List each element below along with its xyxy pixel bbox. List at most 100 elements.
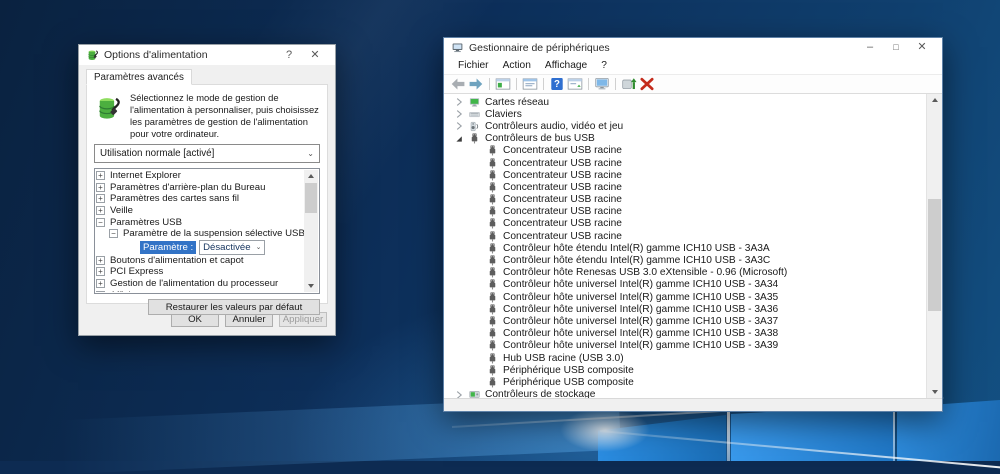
menu-item[interactable]: Action (496, 60, 538, 71)
expand-box-icon[interactable] (96, 267, 105, 276)
settings-tree-item[interactable]: Paramètre de la suspension sélective USB (96, 228, 304, 240)
menu-item[interactable]: Fichier (451, 60, 496, 71)
device-tree-item[interactable]: Contrôleur hôte étendu Intel(R) gamme IC… (444, 254, 927, 266)
device-tree-item[interactable]: Contrôleurs audio, vidéo et jeu (444, 120, 927, 132)
settings-label: Paramètre de la suspension sélective USB (123, 228, 304, 239)
chevron-down-icon[interactable] (454, 134, 464, 144)
settings-label: Internet Explorer (110, 170, 181, 181)
indent-spacer (472, 256, 482, 266)
device-tree-item[interactable]: Périphérique USB composite (444, 376, 927, 388)
settings-tree-item[interactable]: Paramètres d'arrière-plan du Bureau (96, 182, 304, 194)
help-button[interactable]: ? (549, 77, 565, 91)
device-tree-item[interactable]: Contrôleur hôte universel Intel(R) gamme… (444, 279, 927, 291)
settings-tree-item[interactable]: Internet Explorer (96, 170, 304, 182)
scrollbar-thumb[interactable] (305, 183, 317, 213)
device-tree-item[interactable]: Périphérique USB composite (444, 364, 927, 376)
device-tree-item[interactable]: Hub USB racine (USB 3.0) (444, 352, 927, 364)
close-button[interactable]: ✕ (909, 38, 935, 57)
chevron-down-icon: ⌄ (256, 243, 262, 251)
back-button[interactable] (450, 77, 466, 91)
device-label: Contrôleur hôte étendu Intel(R) gamme IC… (503, 255, 770, 266)
chevron-right-icon[interactable] (454, 97, 464, 107)
scroll-up-button[interactable] (927, 94, 942, 106)
settings-tree-item[interactable]: Affichage (96, 289, 304, 292)
expand-box-icon[interactable] (96, 206, 105, 215)
settings-tree-item[interactable]: PCI Express (96, 266, 304, 278)
export-list-button[interactable] (567, 77, 583, 91)
device-tree-item[interactable]: Concentrateur USB racine (444, 230, 927, 242)
device-tree-item[interactable]: Concentrateur USB racine (444, 157, 927, 169)
uninstall-button[interactable] (639, 77, 655, 91)
device-tree-item[interactable]: Contrôleur hôte universel Intel(R) gamme… (444, 315, 927, 327)
indent-spacer (472, 329, 482, 339)
expand-box-icon[interactable] (96, 171, 105, 180)
settings-tree-item[interactable]: Gestion de l'alimentation du processeur (96, 278, 304, 290)
device-tree-item[interactable]: Concentrateur USB racine (444, 218, 927, 230)
setting-value-combobox[interactable]: Désactivée⌄ (199, 240, 265, 255)
device-manager-titlebar[interactable]: Gestionnaire de périphériques – □ ✕ (444, 38, 942, 57)
settings-label: Gestion de l'alimentation du processeur (110, 278, 278, 289)
settings-scrollbar[interactable] (304, 170, 318, 292)
expand-box-icon[interactable] (96, 194, 105, 203)
device-tree-item[interactable]: Contrôleur hôte étendu Intel(R) gamme IC… (444, 242, 927, 254)
properties-button[interactable] (522, 77, 538, 91)
device-label: Cartes réseau (485, 97, 549, 108)
scroll-down-button[interactable] (304, 280, 318, 292)
menu-item[interactable]: Affichage (538, 60, 594, 71)
device-tree-item[interactable]: Concentrateur USB racine (444, 145, 927, 157)
usb-icon (487, 365, 498, 376)
forward-button[interactable] (468, 77, 484, 91)
device-tree-item[interactable]: Concentrateur USB racine (444, 206, 927, 218)
device-tree-item[interactable]: Concentrateur USB racine (444, 169, 927, 181)
indent-spacer (472, 231, 482, 241)
settings-label: Paramètres d'arrière-plan du Bureau (110, 182, 265, 193)
expand-box-icon[interactable] (96, 279, 105, 288)
settings-tree-item[interactable]: Boutons d'alimentation et capot (96, 255, 304, 267)
device-tree-item[interactable]: Contrôleur hôte Renesas USB 3.0 eXtensib… (444, 267, 927, 279)
chevron-right-icon[interactable] (454, 121, 464, 131)
scroll-up-button[interactable] (304, 170, 318, 182)
settings-tree-item[interactable]: Paramètres des cartes sans fil (96, 193, 304, 205)
maximize-button[interactable]: □ (883, 38, 909, 57)
indent-spacer (472, 377, 482, 387)
restore-defaults-button[interactable]: Restaurer les valeurs par défaut (148, 299, 320, 315)
collapse-box-icon[interactable] (96, 218, 105, 227)
usb-icon (487, 182, 498, 193)
device-tree-scrollbar[interactable] (926, 94, 942, 398)
device-tree-item[interactable]: Contrôleur hôte universel Intel(R) gamme… (444, 328, 927, 340)
expand-box-icon[interactable] (96, 256, 105, 265)
update-driver-button[interactable] (621, 77, 637, 91)
setting-label-selected: Paramètre : (140, 241, 196, 254)
device-tree-item[interactable]: Contrôleurs de stockage (444, 389, 927, 399)
scrollbar-thumb[interactable] (928, 199, 941, 311)
menu-item[interactable]: ? (594, 60, 614, 71)
settings-tree-item[interactable]: Paramètres USB (96, 216, 304, 228)
indent-spacer (472, 146, 482, 156)
tab-parametres-avances[interactable]: Paramètres avancés (86, 69, 192, 85)
scan-hardware-button[interactable] (594, 77, 610, 91)
close-button[interactable]: ✕ (302, 46, 328, 65)
device-tree-item[interactable]: Contrôleur hôte universel Intel(R) gamme… (444, 303, 927, 315)
help-button[interactable]: ? (276, 46, 302, 65)
device-tree-item[interactable]: Contrôleur hôte universel Intel(R) gamme… (444, 340, 927, 352)
scroll-down-button[interactable] (927, 386, 942, 398)
advanced-settings-page: Sélectionnez le mode de gestion de l'ali… (86, 84, 328, 304)
device-tree-item[interactable]: Cartes réseau (444, 96, 927, 108)
power-options-titlebar[interactable]: Options d'alimentation ? ✕ (79, 45, 335, 65)
device-tree-item[interactable]: Contrôleurs de bus USB (444, 133, 927, 145)
power-plan-combobox[interactable]: Utilisation normale [activé] ⌄ (94, 144, 320, 163)
expand-box-icon[interactable] (96, 183, 105, 192)
minimize-button[interactable]: – (857, 38, 883, 57)
collapse-box-icon[interactable] (109, 229, 118, 238)
setting-row[interactable]: Paramètre :Désactivée⌄ (96, 240, 304, 255)
device-tree-item[interactable]: Contrôleur hôte universel Intel(R) gamme… (444, 291, 927, 303)
device-tree-item[interactable]: Concentrateur USB racine (444, 194, 927, 206)
chevron-right-icon[interactable] (454, 109, 464, 119)
device-tree-item[interactable]: Concentrateur USB racine (444, 181, 927, 193)
settings-tree-item[interactable]: Veille (96, 205, 304, 217)
expand-box-icon[interactable] (96, 291, 105, 292)
usb-icon (487, 328, 498, 339)
show-console-tree-button[interactable] (495, 77, 511, 91)
chevron-right-icon[interactable] (454, 390, 464, 398)
device-tree-item[interactable]: Claviers (444, 108, 927, 120)
